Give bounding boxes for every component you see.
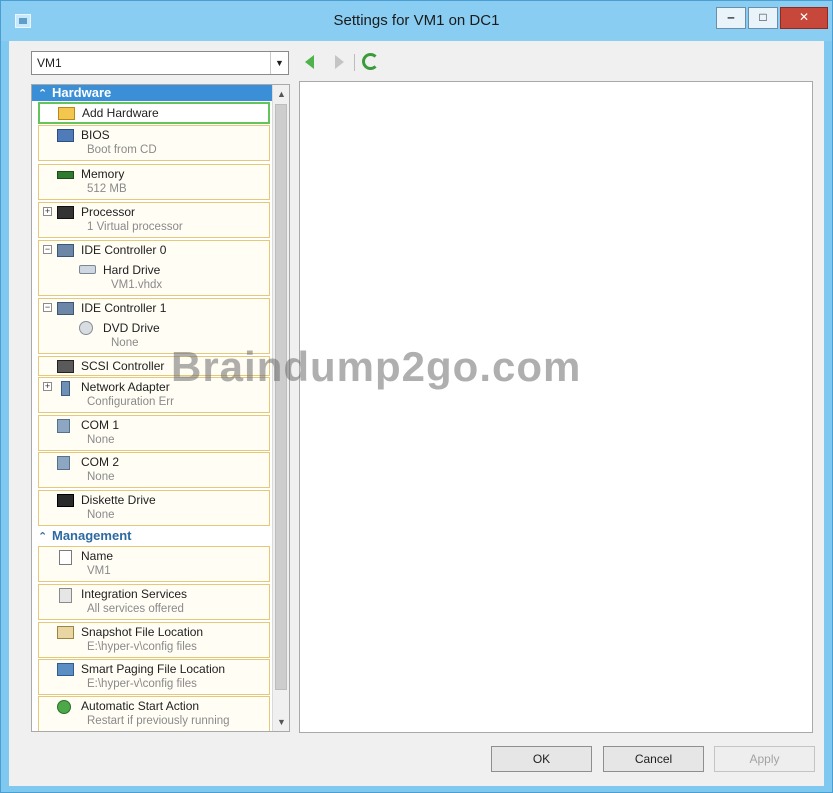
collapse-chevron-icon[interactable]: ⌃ [38,529,52,545]
expand-plus-icon[interactable]: + [43,207,52,216]
tree-item-subtext: None [87,471,115,483]
section-header-label: Management [52,528,132,543]
tree-item-ide-controller-0[interactable]: − IDE Controller 0 Hard Drive VM1.vhdx [38,240,270,296]
tree-item-label: IDE Controller 0 [81,243,167,257]
ok-button[interactable]: OK [491,746,592,772]
tree-item-subtext: All services offered [87,603,184,615]
start-action-icon [57,700,71,714]
tree-item-label: Name [81,549,114,563]
settings-tree: ⌃ Hardware Add Hardware BIOS Boot from CD… [31,84,290,732]
watermark-text: Braindump2go.com [171,343,582,390]
tree-item-subtext: Boot from CD [87,144,157,156]
tree-item-subtext: E:\hyper-v\config files [87,641,197,653]
chevron-down-icon[interactable]: ▼ [270,52,288,74]
tree-item-hard-drive[interactable]: Hard Drive [103,263,160,277]
window-title: Settings for VM1 on DC1 [333,12,500,29]
tree-item-snapshot-file-location[interactable]: Snapshot File Location E:\hyper-v\config… [38,622,270,658]
collapse-minus-icon[interactable]: − [43,245,52,254]
floppy-disk-icon [57,494,74,507]
tree-item-label: Integration Services [81,587,188,601]
settings-window: Settings for VM1 on DC1 ‒ □ ✕ VM1 ▼ ⌃ Har… [0,0,833,793]
snapshot-folder-icon [57,626,74,639]
tree-item-subtext: Configuration Err [87,396,174,408]
scroll-down-arrow-icon[interactable]: ▼ [274,714,289,730]
minimize-button[interactable]: ‒ [716,7,746,29]
expand-plus-icon[interactable]: + [43,382,52,391]
tree-item-memory[interactable]: Memory 512 MB [38,164,270,200]
refresh-icon[interactable] [362,53,379,70]
tree-item-diskette-drive[interactable]: Diskette Drive None [38,490,270,526]
forward-arrow-icon[interactable] [335,55,344,69]
integration-services-icon [59,588,72,603]
add-hardware-icon [58,107,75,120]
title-bar[interactable]: Settings for VM1 on DC1 ‒ □ ✕ [1,1,832,41]
com-port-icon [57,456,70,470]
tree-item-label: Automatic Start Action [81,699,200,713]
settings-detail-pane [299,81,813,733]
scsi-controller-icon [57,360,74,373]
vm-selector-value: VM1 [37,56,62,70]
back-arrow-icon[interactable] [305,55,314,69]
tree-item-dvd-drive[interactable]: DVD Drive [103,321,160,335]
tree-item-label: Processor [81,205,136,219]
smart-paging-icon [57,663,74,676]
tree-item-subtext: VM1.vhdx [111,279,163,291]
tree-item-automatic-start-action[interactable]: Automatic Start Action Restart if previo… [38,696,270,731]
tree-item-label: Memory [81,167,125,181]
dialog-client-area: VM1 ▼ ⌃ Hardware Add Hardware BIOS Boot f… [9,41,824,786]
tree-item-label: Network Adapter [81,380,170,394]
tree-item-label: Add Hardware [82,106,159,120]
ide-controller-icon [57,302,74,315]
tree-item-subtext: Restart if previously running [87,715,230,727]
tree-item-label: Diskette Drive [81,493,156,507]
tree-item-subtext: None [87,509,115,521]
memory-module-icon [57,171,74,179]
tree-item-name[interactable]: Name VM1 [38,546,270,582]
com-port-icon [57,419,70,433]
name-text-icon [59,550,72,565]
tree-item-label: Smart Paging File Location [81,662,226,676]
tree-item-add-hardware[interactable]: Add Hardware [38,102,270,124]
tree-item-com-2[interactable]: COM 2 None [38,452,270,488]
tree-item-com-1[interactable]: COM 1 None [38,415,270,451]
processor-chip-icon [57,206,74,219]
network-adapter-icon [61,381,70,396]
apply-button[interactable]: Apply [714,746,815,772]
tree-item-subtext: 1 Virtual processor [87,221,183,233]
section-header-label: Hardware [52,85,112,100]
cancel-button[interactable]: Cancel [603,746,704,772]
section-header-management[interactable]: ⌃ Management [32,528,272,544]
tree-item-subtext: None [87,434,115,446]
bios-chip-icon [57,129,74,142]
tree-item-label: BIOS [81,128,110,142]
collapse-chevron-icon[interactable]: ⌃ [38,86,52,102]
dvd-drive-icon [79,321,93,335]
tree-scrollbar[interactable]: ▲ ▼ [272,85,289,731]
section-header-hardware[interactable]: ⌃ Hardware [32,85,272,101]
tree-item-label: Snapshot File Location [81,625,204,639]
vm-selector-dropdown[interactable]: VM1 ▼ [31,51,289,75]
collapse-minus-icon[interactable]: − [43,303,52,312]
tree-item-subtext: E:\hyper-v\config files [87,678,197,690]
scroll-thumb[interactable] [275,104,287,690]
tree-item-label: COM 1 [81,418,120,432]
maximize-button[interactable]: □ [748,7,778,29]
tree-item-label: COM 2 [81,455,120,469]
close-button[interactable]: ✕ [780,7,828,29]
tree-item-smart-paging-file-location[interactable]: Smart Paging File Location E:\hyper-v\co… [38,659,270,695]
tree-item-subtext: 512 MB [87,183,127,195]
tree-item-subtext: VM1 [87,565,111,577]
tree-item-label: SCSI Controller [81,359,165,373]
toolbar-separator [354,54,355,71]
tree-item-processor[interactable]: + Processor 1 Virtual processor [38,202,270,238]
hard-drive-icon [79,265,96,274]
tree-item-integration-services[interactable]: Integration Services All services offere… [38,584,270,620]
ide-controller-icon [57,244,74,257]
tree-item-bios[interactable]: BIOS Boot from CD [38,125,270,161]
tree-item-label: IDE Controller 1 [81,301,167,315]
scroll-up-arrow-icon[interactable]: ▲ [274,86,289,102]
tree-item-subtext: None [111,337,139,349]
